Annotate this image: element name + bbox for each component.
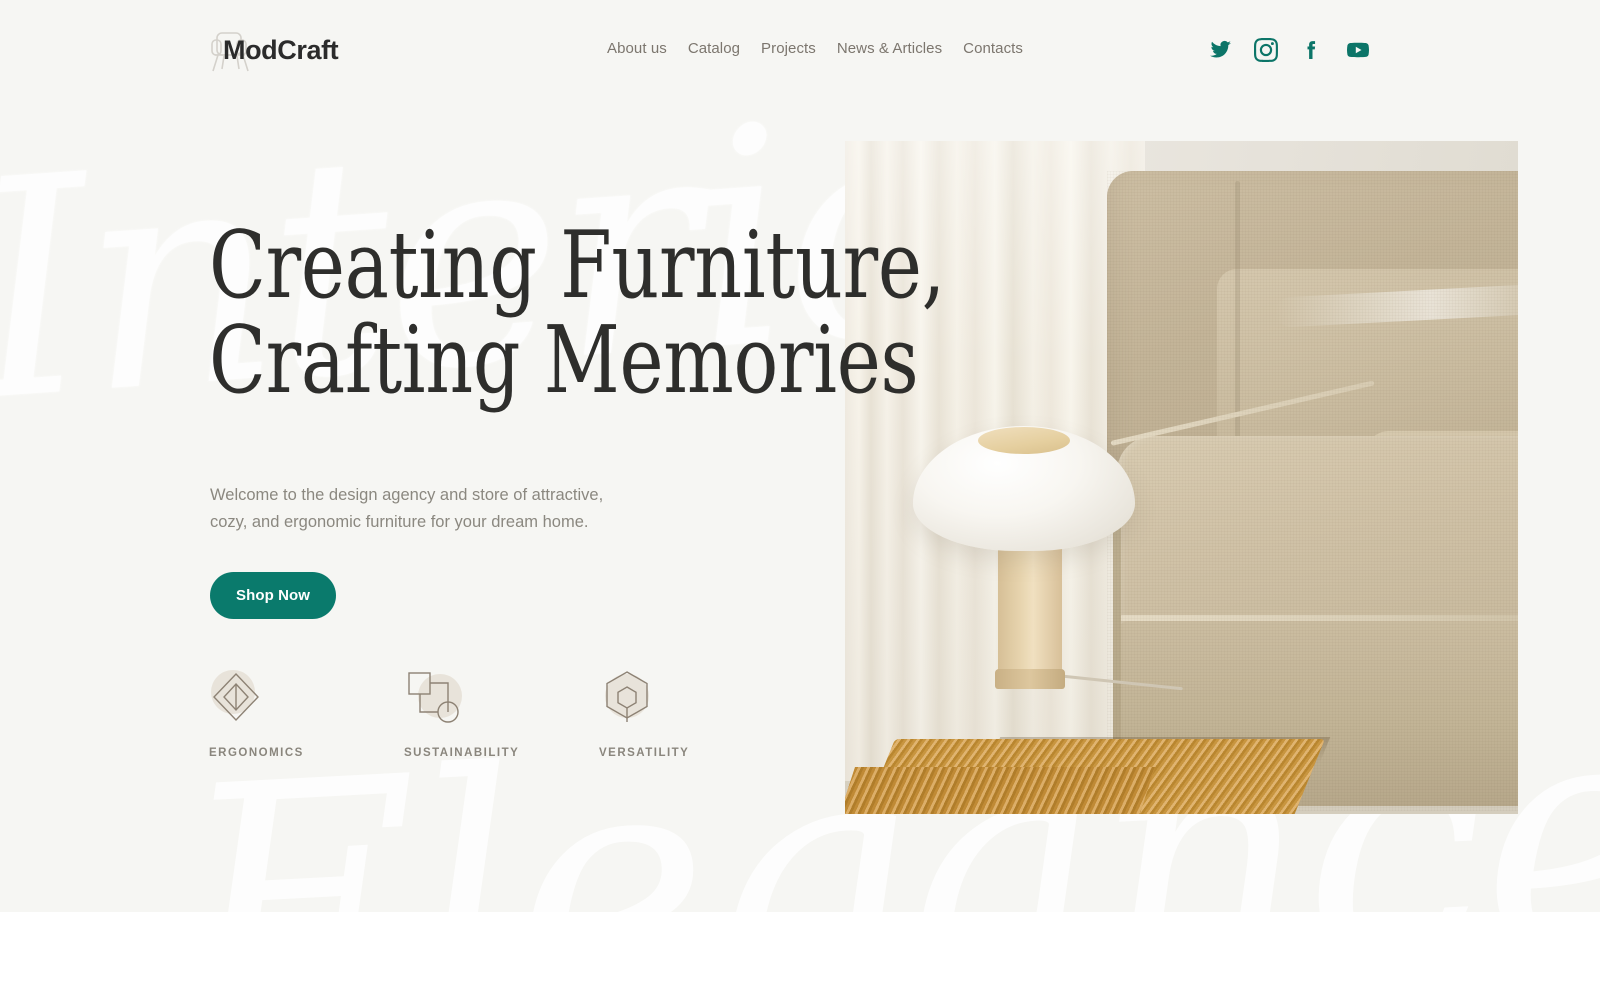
headline-line-1: Creating Furniture, [209, 211, 945, 319]
feature-list: ERGONOMICS SUSTAINABILITY VERSATILITY [209, 668, 794, 759]
feature-label: ERGONOMICS [209, 747, 304, 759]
feature-ergonomics[interactable]: ERGONOMICS [209, 668, 404, 759]
nav-item-news-articles[interactable]: News & Articles [837, 40, 942, 57]
site-header: ModCraft About us Catalog Projects News … [0, 0, 1600, 100]
page-title: Creating Furniture, Crafting Memories [209, 218, 945, 408]
hero-subtext: Welcome to the design agency and store o… [210, 482, 603, 535]
feature-label: VERSATILITY [599, 747, 690, 759]
facebook-icon[interactable] [1300, 38, 1324, 62]
page-bottom-strip [0, 912, 1600, 1000]
instagram-icon[interactable] [1254, 38, 1278, 62]
diamond-icon [209, 668, 271, 726]
nav-item-catalog[interactable]: Catalog [688, 40, 740, 57]
feature-sustainability[interactable]: SUSTAINABILITY [404, 668, 599, 759]
youtube-icon[interactable] [1346, 38, 1370, 62]
hero-image [845, 141, 1518, 814]
shapes-network-icon [404, 668, 466, 726]
nav-item-projects[interactable]: Projects [761, 40, 816, 57]
hero-section: Interior Elegance ModCraft About us [0, 0, 1600, 912]
nav-item-contacts[interactable]: Contacts [963, 40, 1023, 57]
feature-versatility[interactable]: VERSATILITY [599, 668, 794, 759]
nav-item-about-us[interactable]: About us [607, 40, 667, 57]
main-nav: About us Catalog Projects News & Article… [607, 40, 1023, 57]
page-root: Interior Elegance ModCraft About us [0, 0, 1600, 1000]
hero-subtext-line-2: cozy, and ergonomic furniture for your d… [210, 512, 589, 531]
headline-line-2: Crafting Memories [209, 305, 919, 414]
brand-logo[interactable]: ModCraft [210, 26, 339, 74]
shop-now-button[interactable]: Shop Now [210, 572, 336, 619]
brand-name: ModCraft [223, 34, 339, 65]
twitter-icon[interactable] [1208, 38, 1232, 62]
hero-subtext-line-1: Welcome to the design agency and store o… [210, 486, 604, 504]
feature-label: SUSTAINABILITY [404, 747, 520, 759]
social-links [1208, 38, 1370, 62]
hexagon-icon [599, 668, 661, 726]
